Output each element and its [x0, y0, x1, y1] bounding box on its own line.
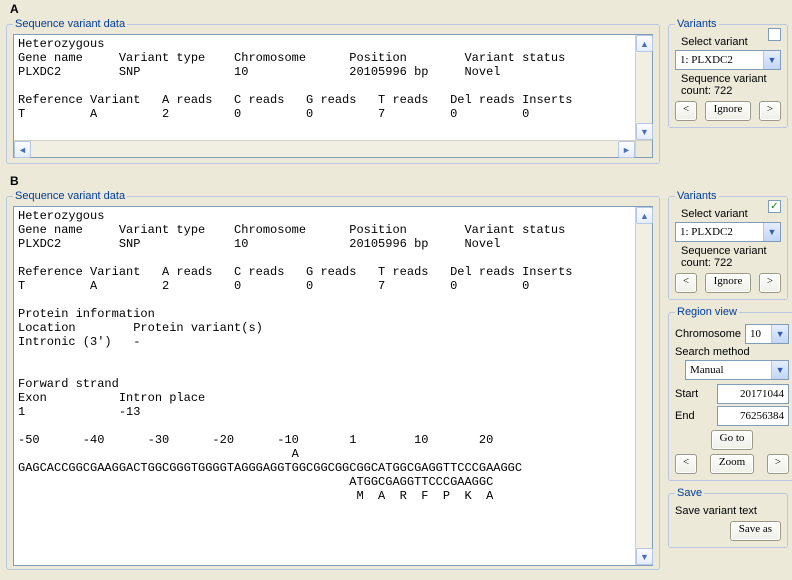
panel-a-label: A: [0, 0, 792, 16]
scroll-up-icon[interactable]: ▲: [636, 35, 653, 52]
variant-ignore-a[interactable]: Ignore: [705, 101, 752, 121]
select-variant-a-value: 1: PLXDC2: [680, 54, 733, 66]
end-input[interactable]: [717, 406, 789, 426]
chevron-down-icon: ▼: [763, 51, 780, 69]
select-variant-label-a: Select variant: [681, 36, 781, 48]
sequence-text-a-body: Heterozygous Gene name Variant type Chro…: [14, 35, 652, 157]
chevron-down-icon: ▼: [771, 325, 788, 343]
sequence-data-group-b: Sequence variant data Heterozygous Gene …: [6, 190, 660, 570]
scroll-down-icon[interactable]: ▼: [636, 548, 653, 565]
panel-b-label: B: [0, 172, 792, 188]
start-input[interactable]: [717, 384, 789, 404]
variants-checkbox-b[interactable]: ✓: [768, 200, 781, 213]
hscroll-a[interactable]: ◄ ►: [14, 140, 635, 157]
root: A Sequence variant data Heterozygous Gen…: [0, 0, 792, 580]
panel-b: B Sequence variant data Heterozygous Gen…: [0, 172, 792, 580]
search-method-select[interactable]: Manual ▼: [685, 360, 789, 380]
scroll-down-icon[interactable]: ▼: [636, 123, 653, 140]
region-view-legend: Region view: [675, 306, 739, 318]
save-legend: Save: [675, 487, 704, 499]
chromosome-label: Chromosome: [675, 328, 741, 340]
sequence-data-legend-b: Sequence variant data: [13, 190, 127, 202]
variants-group-a: Variants Select variant 1: PLXDC2 ▼ Sequ…: [668, 18, 788, 128]
chevron-down-icon: ▼: [771, 361, 788, 379]
panel-a: A Sequence variant data Heterozygous Gen…: [0, 0, 792, 172]
sequence-data-legend-a: Sequence variant data: [13, 18, 127, 30]
variants-group-b: Variants ✓ Select variant 1: PLXDC2 ▼ Se…: [668, 190, 788, 300]
save-as-button[interactable]: Save as: [730, 521, 781, 541]
region-view-group: Region view Chromosome 10 ▼ Search metho…: [668, 306, 792, 481]
save-label: Save variant text: [675, 505, 781, 517]
select-variant-b[interactable]: 1: PLXDC2 ▼: [675, 222, 781, 242]
start-label: Start: [675, 388, 698, 400]
region-next-button[interactable]: >: [767, 454, 789, 474]
select-variant-label-b: Select variant: [681, 208, 781, 220]
sequence-text-b[interactable]: Heterozygous Gene name Variant type Chro…: [13, 206, 653, 566]
variants-checkbox-a[interactable]: [768, 28, 781, 41]
search-method-label: Search method: [675, 346, 789, 358]
variant-prev-a[interactable]: <: [675, 101, 697, 121]
scroll-up-icon[interactable]: ▲: [636, 207, 653, 224]
sequence-data-group-a: Sequence variant data Heterozygous Gene …: [6, 18, 660, 164]
chevron-down-icon: ▼: [763, 223, 780, 241]
variant-ignore-b[interactable]: Ignore: [705, 273, 752, 293]
save-group: Save Save variant text Save as: [668, 487, 788, 548]
scroll-right-icon[interactable]: ►: [618, 141, 635, 158]
zoom-button[interactable]: Zoom: [710, 454, 754, 474]
end-label: End: [675, 410, 695, 422]
variant-count-a: Sequence variant count: 722: [681, 73, 781, 97]
variants-legend-a: Variants: [675, 18, 719, 30]
region-prev-button[interactable]: <: [675, 454, 697, 474]
vscroll-b[interactable]: ▲ ▼: [635, 207, 652, 565]
variants-legend-b: Variants: [675, 190, 719, 202]
variant-next-b[interactable]: >: [759, 273, 781, 293]
variant-prev-b[interactable]: <: [675, 273, 697, 293]
sequence-text-a[interactable]: Heterozygous Gene name Variant type Chro…: [13, 34, 653, 158]
chromosome-value: 10: [750, 328, 761, 340]
variant-next-a[interactable]: >: [759, 101, 781, 121]
select-variant-b-value: 1: PLXDC2: [680, 226, 733, 238]
search-method-value: Manual: [690, 364, 724, 376]
chromosome-select[interactable]: 10 ▼: [745, 324, 789, 344]
variant-count-b: Sequence variant count: 722: [681, 245, 781, 269]
vscroll-a[interactable]: ▲ ▼: [635, 35, 652, 140]
select-variant-a[interactable]: 1: PLXDC2 ▼: [675, 50, 781, 70]
go-to-button[interactable]: Go to: [711, 430, 754, 450]
scroll-corner: [635, 140, 652, 157]
sequence-text-b-body: Heterozygous Gene name Variant type Chro…: [14, 207, 652, 565]
scroll-left-icon[interactable]: ◄: [14, 141, 31, 158]
